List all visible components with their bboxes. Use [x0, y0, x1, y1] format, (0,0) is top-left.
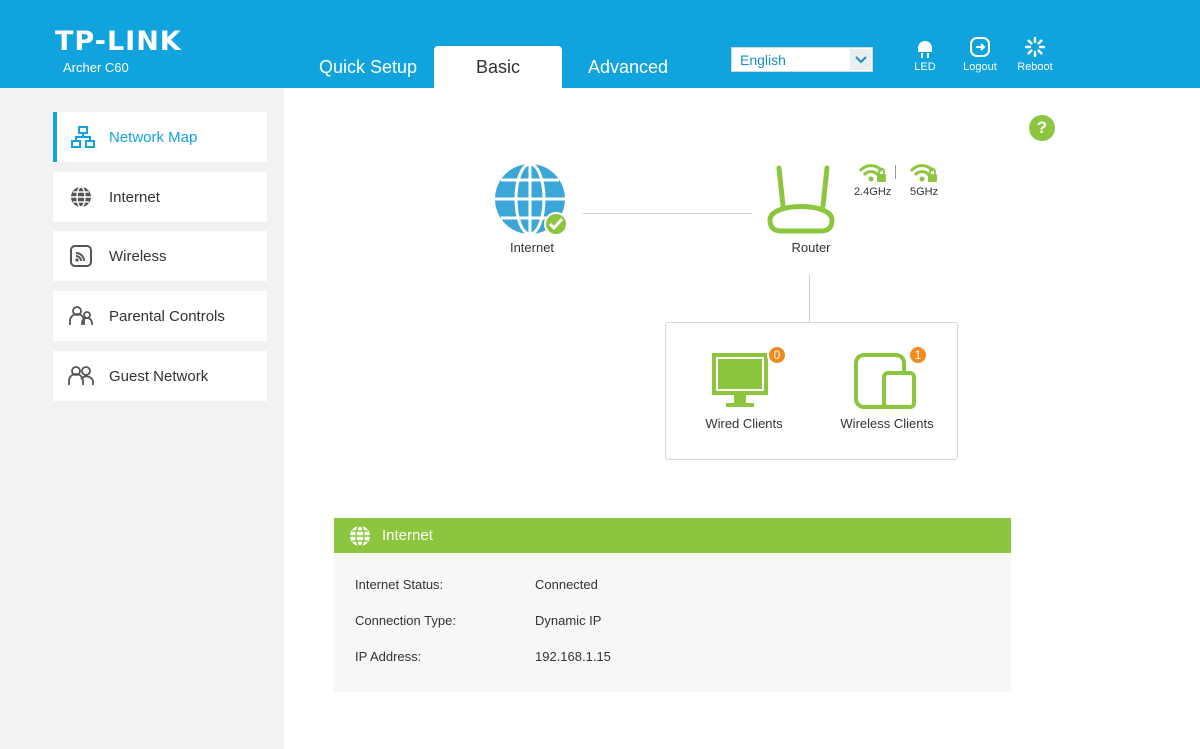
globe-icon: [53, 186, 109, 208]
help-button[interactable]: ?: [1029, 115, 1055, 141]
guest-icon: [53, 365, 109, 387]
sidebar-item-label: Guest Network: [109, 367, 209, 385]
reboot-button[interactable]: Reboot: [1007, 36, 1063, 73]
wired-clients-count: 0: [767, 345, 787, 365]
wifi-5ghz-icon: [909, 162, 939, 189]
wireless-clients-label: Wireless Clients: [840, 416, 934, 431]
sidebar: Network Map Internet Wireless Parental C…: [0, 88, 284, 749]
sidebar-item-internet[interactable]: Internet: [53, 172, 267, 222]
led-button[interactable]: LED: [897, 36, 953, 73]
wired-clients-button[interactable]: [712, 353, 768, 414]
devices-icon: [854, 353, 916, 409]
internet-info-title: Internet: [382, 527, 433, 544]
logout-label: Logout: [963, 61, 997, 73]
sidebar-item-network-map[interactable]: Network Map: [53, 112, 267, 162]
internet-label: Internet: [509, 240, 555, 255]
router-icon: [767, 165, 835, 234]
internet-node[interactable]: [493, 162, 569, 243]
reboot-icon: [1024, 36, 1046, 58]
sidebar-item-guest-network[interactable]: Guest Network: [53, 351, 267, 401]
internet-status-value: Connected: [535, 577, 598, 592]
monitor-icon: [712, 353, 768, 407]
logout-icon: [970, 37, 990, 57]
internet-info-panel: Internet Internet Status: Connected Conn…: [334, 518, 1011, 692]
ip-address-label: IP Address:: [355, 649, 422, 664]
logout-button[interactable]: Logout: [952, 36, 1008, 73]
band-divider: [895, 165, 896, 179]
language-value: English: [740, 51, 786, 68]
connection-type-value: Dynamic IP: [535, 613, 602, 628]
parental-icon: [53, 305, 109, 327]
sidebar-item-parental-controls[interactable]: Parental Controls: [53, 291, 267, 341]
router-label: Router: [791, 240, 831, 255]
internet-info-header: Internet: [334, 518, 1011, 553]
ip-address-value: 192.168.1.15: [535, 649, 611, 664]
sidebar-item-wireless[interactable]: Wireless: [53, 231, 267, 281]
tab-quick-setup[interactable]: Quick Setup: [300, 46, 436, 88]
connection-type-label: Connection Type:: [355, 613, 456, 628]
internet-router-link: [583, 213, 752, 214]
sidebar-item-label: Network Map: [109, 128, 198, 146]
wifi-24ghz-icon: [858, 162, 888, 189]
band-24ghz-label: 2.4GHz: [854, 186, 892, 198]
sidebar-item-label: Parental Controls: [109, 307, 225, 325]
network-map-icon: [57, 126, 109, 148]
top-bar: TP-LINK Archer C60 Quick Setup Basic Adv…: [0, 0, 1200, 88]
internet-status-label: Internet Status:: [355, 577, 444, 592]
reboot-label: Reboot: [1017, 61, 1053, 73]
sidebar-item-label: Wireless: [109, 247, 167, 265]
wireless-clients-count: 1: [908, 345, 928, 365]
tab-basic[interactable]: Basic: [434, 46, 562, 88]
led-label: LED: [914, 61, 936, 73]
clients-panel: 0 Wired Clients 1 Wireless Clients: [665, 322, 958, 460]
wireless-clients-button[interactable]: [854, 353, 916, 414]
wired-clients-label: Wired Clients: [705, 416, 783, 431]
globe-icon: [495, 162, 568, 236]
globe-icon: [349, 524, 371, 547]
brand-logo: TP-LINK: [55, 26, 182, 57]
router-clients-link: [809, 275, 810, 322]
tab-advanced[interactable]: Advanced: [562, 46, 694, 88]
chevron-down-icon[interactable]: [850, 49, 871, 70]
router-node[interactable]: [765, 164, 837, 241]
sidebar-item-label: Internet: [109, 188, 160, 206]
wireless-icon: [53, 245, 109, 267]
led-icon: [918, 41, 932, 58]
band-5ghz-label: 5GHz: [910, 186, 939, 198]
language-select[interactable]: English: [731, 47, 873, 72]
model-name: Archer C60: [63, 60, 129, 75]
